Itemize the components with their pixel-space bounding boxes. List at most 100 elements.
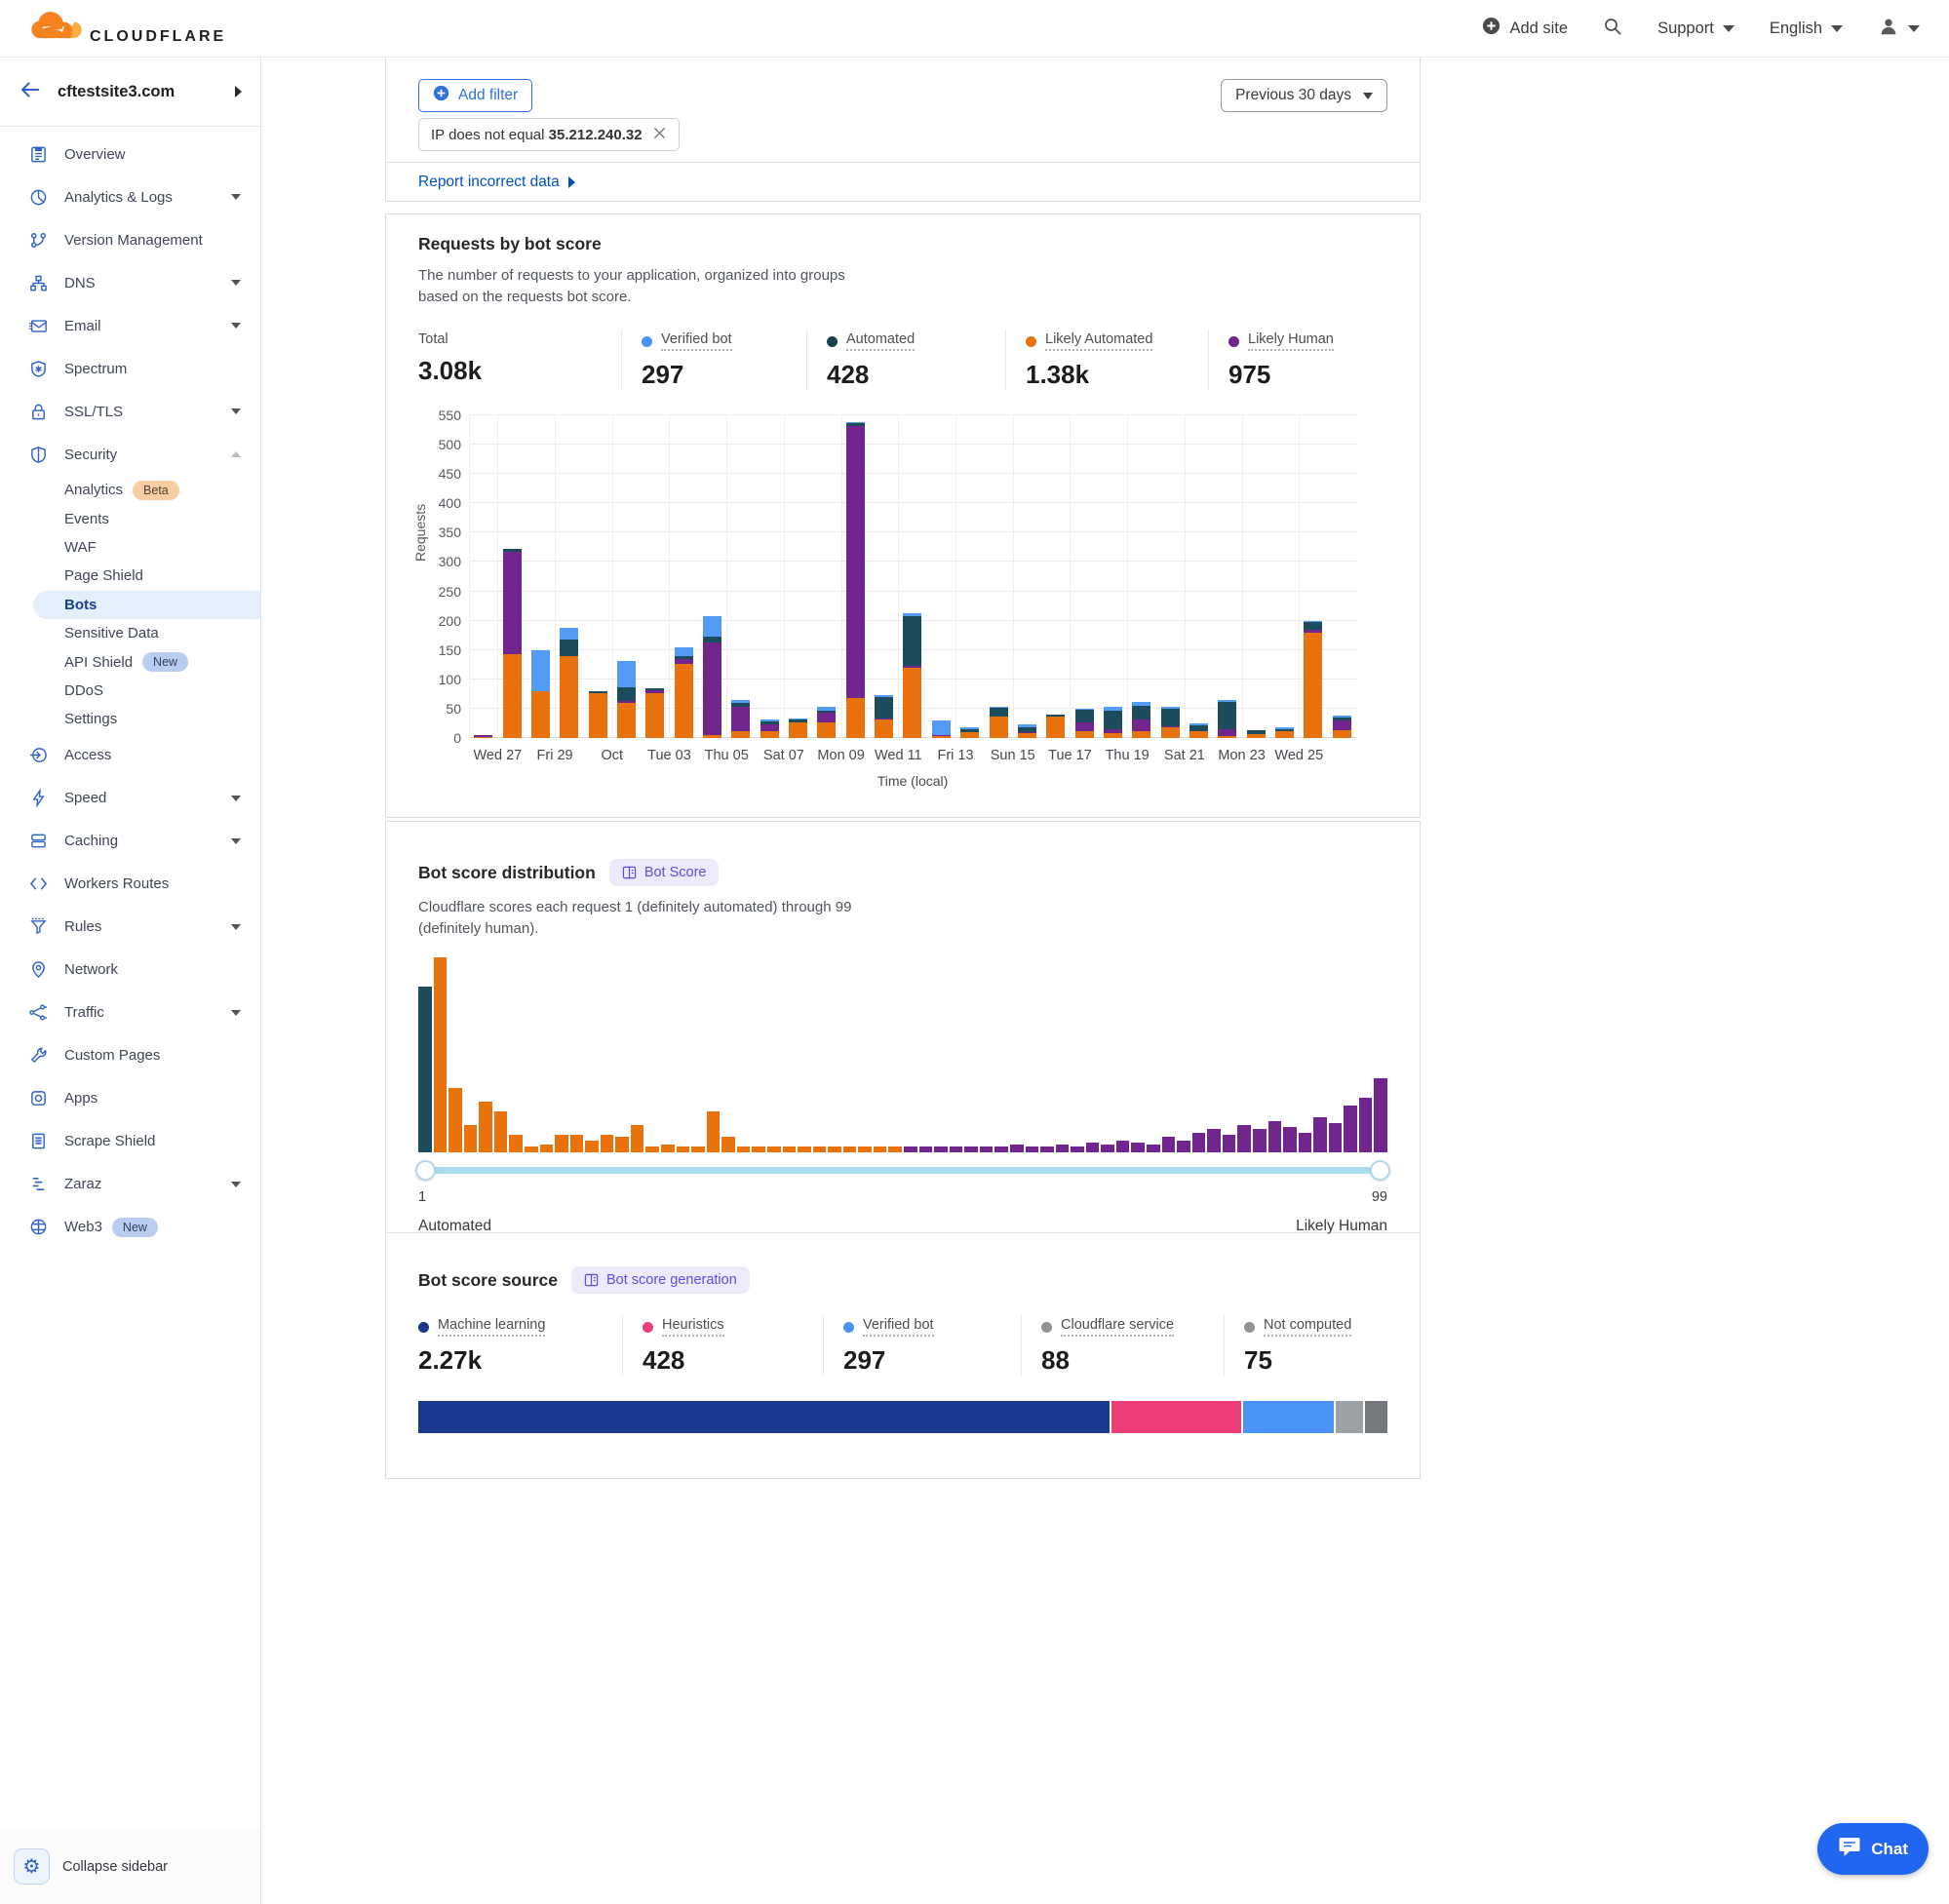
hist-bar-likely-automated[interactable]: [813, 1146, 827, 1152]
stacked-bar[interactable]: [503, 549, 522, 738]
sidebar-item-scrape-shield[interactable]: Scrape Shield: [0, 1120, 260, 1163]
date-range-dropdown[interactable]: Previous 30 days: [1221, 79, 1387, 112]
sidebar-subitem-bots[interactable]: Bots: [33, 591, 260, 619]
stacked-bar[interactable]: [617, 661, 636, 738]
sidebar-subitem-sensitive-data[interactable]: Sensitive Data: [0, 619, 260, 647]
stacked-bar[interactable]: [875, 695, 893, 738]
bot-score-generation-badge[interactable]: Bot score generation: [571, 1266, 750, 1294]
account-menu[interactable]: [1878, 16, 1920, 42]
hist-bar-likely-automated[interactable]: [570, 1135, 584, 1152]
stacked-bar[interactable]: [846, 422, 865, 738]
support-menu[interactable]: Support: [1657, 19, 1735, 38]
hist-bar-likely-human[interactable]: [1374, 1078, 1387, 1152]
bot-score-badge[interactable]: Bot Score: [609, 859, 720, 886]
hist-bar-likely-human[interactable]: [1268, 1121, 1282, 1152]
hist-bar-likely-automated[interactable]: [601, 1135, 614, 1152]
hist-bar-likely-human[interactable]: [1056, 1145, 1070, 1152]
stacked-bar[interactable]: [731, 700, 750, 738]
gear-icon[interactable]: ⚙: [14, 1848, 50, 1885]
sidebar-item-network[interactable]: Network: [0, 949, 260, 991]
source-segment-machine-learning[interactable]: [418, 1401, 1110, 1433]
stacked-bar[interactable]: [1304, 621, 1322, 738]
back-arrow-icon[interactable]: [19, 78, 42, 106]
sidebar-item-dns[interactable]: DNS: [0, 261, 260, 304]
sidebar-item-security[interactable]: Security: [0, 433, 260, 476]
hist-bar-likely-automated[interactable]: [509, 1135, 523, 1152]
hist-bar-likely-automated[interactable]: [585, 1141, 599, 1152]
hist-bar-likely-human[interactable]: [1207, 1129, 1221, 1152]
stacked-bar[interactable]: [1189, 723, 1208, 738]
stacked-bar[interactable]: [760, 719, 779, 738]
hist-bar-likely-human[interactable]: [1359, 1098, 1373, 1152]
stacked-bar[interactable]: [932, 720, 951, 738]
hist-bar-likely-human[interactable]: [1162, 1137, 1176, 1152]
hist-bar-likely-automated[interactable]: [828, 1146, 841, 1152]
stacked-bar[interactable]: [1046, 715, 1065, 738]
hist-bar-likely-human[interactable]: [994, 1146, 1008, 1152]
hist-bar-likely-automated[interactable]: [691, 1146, 705, 1152]
slider-track[interactable]: [418, 1167, 1387, 1174]
hist-bar-likely-automated[interactable]: [615, 1137, 629, 1152]
hist-bar-likely-automated[interactable]: [721, 1137, 735, 1152]
sidebar-item-analytics-logs[interactable]: Analytics & Logs: [0, 175, 260, 218]
hist-bar-likely-automated[interactable]: [737, 1146, 751, 1152]
sidebar-subitem-analytics[interactable]: AnalyticsBeta: [0, 476, 260, 504]
search-button[interactable]: [1603, 17, 1622, 41]
hist-bar-likely-automated[interactable]: [677, 1146, 690, 1152]
hist-bar-likely-automated[interactable]: [752, 1146, 765, 1152]
source-segment-cloudflare-service[interactable]: [1336, 1401, 1362, 1433]
hist-bar-likely-automated[interactable]: [874, 1146, 887, 1152]
hist-bar-likely-automated[interactable]: [858, 1146, 872, 1152]
hist-bar-likely-human[interactable]: [1313, 1117, 1327, 1152]
language-menu[interactable]: English: [1770, 19, 1843, 38]
sidebar-item-web3[interactable]: Web3New: [0, 1206, 260, 1249]
cloudflare-logo[interactable]: CLOUDFLARE: [29, 10, 226, 48]
stacked-bar[interactable]: [1104, 707, 1122, 738]
sidebar-subitem-page-shield[interactable]: Page Shield: [0, 562, 260, 590]
sidebar-subitem-settings[interactable]: Settings: [0, 705, 260, 733]
sidebar-item-workers-routes[interactable]: Workers Routes: [0, 863, 260, 906]
hist-bar-likely-human[interactable]: [1177, 1141, 1190, 1152]
sidebar-subitem-waf[interactable]: WAF: [0, 533, 260, 562]
hist-bar-likely-human[interactable]: [1223, 1135, 1236, 1152]
hist-bar-likely-human[interactable]: [1071, 1146, 1084, 1152]
hist-bar-likely-automated[interactable]: [434, 957, 448, 1152]
hist-bar-likely-human[interactable]: [1131, 1143, 1145, 1152]
close-icon[interactable]: [652, 126, 667, 144]
stacked-bar[interactable]: [1075, 709, 1094, 738]
hist-bar-automated[interactable]: [418, 987, 432, 1152]
stacked-bar[interactable]: [589, 691, 607, 738]
stacked-bar[interactable]: [990, 707, 1008, 738]
hist-bar-likely-human[interactable]: [980, 1146, 994, 1152]
source-segment-heuristics[interactable]: [1111, 1401, 1242, 1433]
sidebar-item-traffic[interactable]: Traffic: [0, 991, 260, 1034]
hist-bar-likely-automated[interactable]: [479, 1102, 492, 1152]
chat-button[interactable]: Chat: [1817, 1823, 1929, 1875]
hist-bar-likely-human[interactable]: [919, 1146, 933, 1152]
stacked-bar[interactable]: [1132, 702, 1150, 738]
hist-bar-likely-human[interactable]: [934, 1146, 948, 1152]
sidebar-subitem-events[interactable]: Events: [0, 504, 260, 532]
slider-handle-max[interactable]: [1370, 1160, 1390, 1181]
hist-bar-likely-automated[interactable]: [707, 1111, 721, 1152]
hist-bar-likely-human[interactable]: [964, 1146, 978, 1152]
stacked-bar[interactable]: [960, 727, 979, 738]
sidebar-item-spectrum[interactable]: Spectrum: [0, 347, 260, 390]
hist-bar-likely-human[interactable]: [1299, 1133, 1312, 1152]
hist-bar-likely-automated[interactable]: [767, 1146, 781, 1152]
hist-bar-likely-automated[interactable]: [631, 1125, 644, 1152]
hist-bar-likely-human[interactable]: [1116, 1141, 1130, 1152]
stacked-bar[interactable]: [1275, 727, 1294, 738]
hist-bar-likely-human[interactable]: [1101, 1145, 1114, 1152]
stacked-bar[interactable]: [474, 735, 492, 738]
hist-bar-likely-human[interactable]: [1237, 1125, 1251, 1152]
hist-bar-likely-automated[interactable]: [525, 1146, 538, 1152]
hist-bar-likely-human[interactable]: [1344, 1106, 1357, 1152]
sidebar-subitem-ddos[interactable]: DDoS: [0, 677, 260, 705]
sidebar-item-access[interactable]: Access: [0, 734, 260, 777]
collapse-sidebar[interactable]: ⚙ Collapse sidebar: [0, 1829, 260, 1904]
hist-bar-likely-automated[interactable]: [555, 1135, 568, 1152]
sidebar-item-email[interactable]: Email: [0, 304, 260, 347]
report-incorrect-data-link[interactable]: Report incorrect data: [418, 174, 575, 191]
stacked-bar[interactable]: [703, 616, 721, 738]
